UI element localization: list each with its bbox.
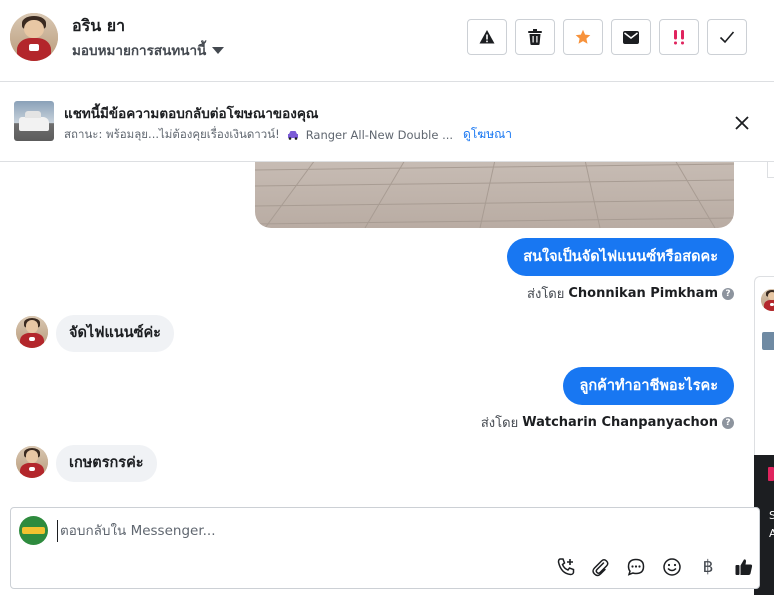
ad-banner-title: แชทนี้มีข้อความตอบกลับต่อโฆษณาของคุณ bbox=[64, 106, 319, 122]
outgoing-message[interactable]: ลูกค้าทำอาชีพอะไรคะ bbox=[563, 367, 734, 405]
side-avatar bbox=[761, 289, 774, 311]
saved-reply-icon bbox=[627, 558, 645, 576]
double-exclamation-icon bbox=[674, 30, 684, 45]
sent-by-label: ส่งโดย Watcharin Chanpanyachon ? bbox=[481, 412, 734, 433]
like-button[interactable] bbox=[733, 556, 755, 578]
ad-reply-banner: แชทนี้มีข้อความตอบกลับต่อโฆษณาของคุณ สถา… bbox=[0, 82, 774, 162]
payment-button[interactable]: ฿ bbox=[697, 556, 719, 578]
emoji-button[interactable] bbox=[661, 556, 683, 578]
sent-by-label: ส่งโดย Chonnikan Pimkham ? bbox=[527, 283, 734, 304]
caret-down-icon bbox=[212, 47, 225, 54]
sender-name: Chonnikan Pimkham bbox=[568, 286, 718, 301]
delete-button[interactable] bbox=[515, 19, 555, 55]
envelope-icon bbox=[623, 30, 639, 44]
shared-photo[interactable] bbox=[255, 162, 734, 228]
important-button[interactable] bbox=[659, 19, 699, 55]
conversation-toolbar bbox=[467, 19, 747, 55]
star-button[interactable] bbox=[563, 19, 603, 55]
add-call-button[interactable] bbox=[555, 556, 577, 578]
contact-avatar-small[interactable] bbox=[16, 446, 48, 478]
mark-done-button[interactable] bbox=[707, 19, 747, 55]
assign-label: มอบหมายการสนทนานี้ bbox=[72, 43, 207, 59]
incoming-message[interactable]: เกษตรกรค่ะ bbox=[56, 445, 157, 482]
reply-input[interactable] bbox=[57, 520, 657, 542]
add-call-icon bbox=[557, 558, 575, 576]
ad-name: Ranger All-New Double ... bbox=[305, 127, 454, 142]
close-icon[interactable] bbox=[731, 112, 753, 134]
check-icon bbox=[719, 31, 735, 44]
reply-composer: ฿ bbox=[10, 507, 760, 589]
baht-icon: ฿ bbox=[702, 557, 714, 577]
saved-replies-button[interactable] bbox=[625, 556, 647, 578]
help-icon[interactable]: ? bbox=[722, 416, 734, 429]
attach-button[interactable] bbox=[589, 556, 611, 578]
ad-status: สถานะ: พร้อมลุย...ไม่ต้องคุยเรื่องเงินดา… bbox=[64, 126, 280, 141]
outgoing-message[interactable]: สนใจเป็นจัดไฟแนนซ์หรือสดคะ bbox=[507, 238, 734, 276]
sent-by-prefix: ส่งโดย bbox=[480, 416, 519, 431]
assign-conversation-dropdown[interactable]: มอบหมายการสนทนานี้ bbox=[72, 39, 225, 61]
attachment-icon bbox=[592, 559, 609, 577]
ad-thumbnail[interactable] bbox=[14, 101, 54, 141]
side-text-2: A bbox=[769, 527, 774, 540]
contact-name[interactable]: อริน ยา bbox=[72, 14, 125, 39]
incoming-message[interactable]: จัดไฟแนนซ์ค่ะ bbox=[56, 315, 174, 352]
page-logo bbox=[19, 516, 48, 545]
thumbs-up-icon bbox=[735, 559, 753, 575]
sender-name: Watcharin Chanpanyachon bbox=[522, 415, 718, 430]
car-icon bbox=[287, 130, 298, 140]
sent-by-prefix: ส่งโดย bbox=[527, 287, 565, 302]
side-panel-edge bbox=[767, 162, 774, 178]
help-icon[interactable]: ? bbox=[722, 287, 734, 300]
contact-avatar-small[interactable] bbox=[16, 316, 48, 348]
side-text-1: S bbox=[769, 509, 774, 522]
report-button[interactable] bbox=[467, 19, 507, 55]
emoji-icon bbox=[663, 558, 681, 576]
inbox-conversation-view: อริน ยา มอบหมายการสนทนานี้ แชทนี้มีข้อคว… bbox=[0, 0, 774, 595]
trash-icon bbox=[528, 29, 542, 45]
ad-banner-details: สถานะ: พร้อมลุย...ไม่ต้องคุยเรื่องเงินดา… bbox=[64, 125, 512, 144]
side-badge-icon bbox=[768, 467, 774, 481]
view-ad-link[interactable]: ดูโฆษณา bbox=[463, 125, 512, 144]
star-icon bbox=[575, 29, 591, 44]
side-ad-thumb bbox=[762, 332, 774, 350]
warning-icon bbox=[479, 30, 495, 44]
conversation-header: อริน ยา มอบหมายการสนทนานี้ bbox=[0, 0, 774, 82]
contact-avatar[interactable] bbox=[10, 13, 58, 61]
message-thread[interactable]: สนใจเป็นจัดไฟแนนซ์หรือสดคะ ส่งโดย Chonni… bbox=[0, 162, 774, 507]
mark-unread-button[interactable] bbox=[611, 19, 651, 55]
